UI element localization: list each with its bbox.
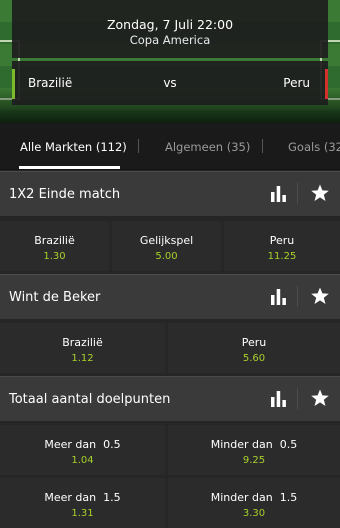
star-icon[interactable] — [310, 286, 330, 306]
tab-alle-markten[interactable]: Alle Markten (112) — [20, 140, 127, 154]
match-teams-panel: Brazilië vs Peru — [12, 61, 328, 105]
odds-button-away[interactable]: Peru 11.25 — [224, 221, 340, 271]
outcome-odds: 5.60 — [242, 353, 266, 364]
odds-button-winner-away[interactable]: Peru 5.60 — [168, 323, 340, 373]
versus-label: vs — [163, 76, 177, 90]
outcome-odds: 1.30 — [43, 251, 66, 262]
icon-divider — [297, 388, 298, 409]
tab-goals[interactable]: Goals (32) — [288, 140, 340, 154]
tab-algemeen[interactable]: Algemeen (35) — [165, 140, 250, 154]
odds-button-under-1-5[interactable]: Minder dan 1.5 3.30 — [168, 478, 340, 528]
icon-divider — [297, 286, 298, 307]
outcome-label: Peru — [241, 336, 267, 349]
tournament-name: Copa America — [129, 33, 211, 47]
outcome-label: Meer dan 1.5 — [44, 491, 121, 504]
stats-icon[interactable] — [270, 288, 287, 305]
away-team-name: Peru — [283, 76, 310, 90]
market-tabs: Alle Markten (112) Algemeen (35) Goals (… — [0, 123, 340, 170]
tab-divider — [262, 139, 263, 153]
away-team-marker — [325, 69, 328, 99]
star-icon[interactable] — [310, 183, 330, 203]
stats-icon[interactable] — [270, 185, 287, 202]
market-header-wint-de-beker[interactable]: Wint de Beker — [0, 274, 340, 319]
outcome-label: Brazilië — [62, 336, 103, 349]
odds-button-under-0-5[interactable]: Minder dan 0.5 9.25 — [168, 425, 340, 475]
tab-divider — [138, 139, 139, 153]
star-icon[interactable] — [310, 388, 330, 408]
outcome-odds: 1.04 — [71, 455, 94, 466]
outcome-odds: 1.12 — [71, 353, 94, 364]
pitch-background: Zondag, 7 Juli 22:00 Copa America Brazil… — [0, 0, 340, 123]
outcome-label: Brazilië — [34, 234, 75, 247]
odds-button-over-1-5[interactable]: Meer dan 1.5 1.31 — [0, 478, 165, 528]
odds-button-winner-home[interactable]: Brazilië 1.12 — [0, 323, 165, 373]
market-title: Wint de Beker — [9, 290, 101, 305]
outcome-label: Minder dan 1.5 — [210, 491, 298, 504]
outcome-odds: 1.31 — [71, 508, 94, 519]
outcome-label: Gelijkspel — [139, 234, 194, 247]
odds-button-home[interactable]: Brazilië 1.30 — [0, 221, 109, 271]
market-header-1x2[interactable]: 1X2 Einde match — [0, 171, 340, 216]
event-datetime: Zondag, 7 Juli 22:00 — [106, 17, 234, 32]
outcome-label: Meer dan 0.5 — [44, 438, 121, 451]
market-header-totaal-doelpunten[interactable]: Totaal aantal doelpunten — [0, 376, 340, 421]
outcome-label: Minder dan 0.5 — [210, 438, 298, 451]
outcome-odds: 5.00 — [155, 251, 178, 262]
stats-icon[interactable] — [270, 390, 287, 407]
event-info-panel: Zondag, 7 Juli 22:00 Copa America — [12, 0, 328, 58]
market-title: 1X2 Einde match — [9, 187, 121, 202]
odds-button-over-0-5[interactable]: Meer dan 0.5 1.04 — [0, 425, 165, 475]
outcome-odds: 11.25 — [267, 251, 297, 262]
outcome-label: Peru — [269, 234, 295, 247]
active-tab-indicator — [19, 166, 120, 169]
icon-divider — [297, 183, 298, 204]
market-title: Totaal aantal doelpunten — [9, 392, 171, 407]
outcome-odds: 9.25 — [242, 455, 266, 466]
outcome-odds: 3.30 — [242, 508, 266, 519]
odds-button-draw[interactable]: Gelijkspel 5.00 — [112, 221, 221, 271]
